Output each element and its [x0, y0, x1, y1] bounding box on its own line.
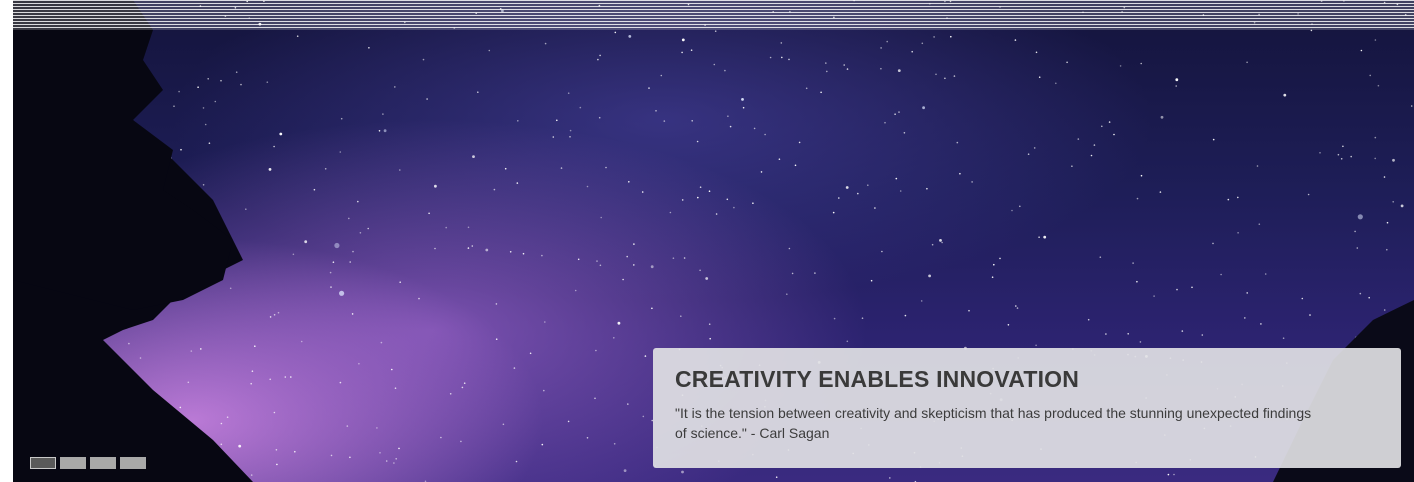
slide-title: CREATIVITY ENABLES INNOVATION [675, 366, 1080, 392]
hero-slider: CREATIVITY ENABLES INNOVATION "It is the… [13, 0, 1414, 482]
pager-dot-4[interactable] [120, 457, 146, 469]
slider-top-stripes [13, 0, 1414, 30]
slide-caption: CREATIVITY ENABLES INNOVATION "It is the… [653, 348, 1401, 468]
slide-quote: "It is the tension between creativity an… [675, 405, 1312, 441]
slider-pager [30, 457, 146, 469]
pager-dot-3[interactable] [90, 457, 116, 469]
pager-dot-2[interactable] [60, 457, 86, 469]
pager-dot-1[interactable] [30, 457, 56, 469]
